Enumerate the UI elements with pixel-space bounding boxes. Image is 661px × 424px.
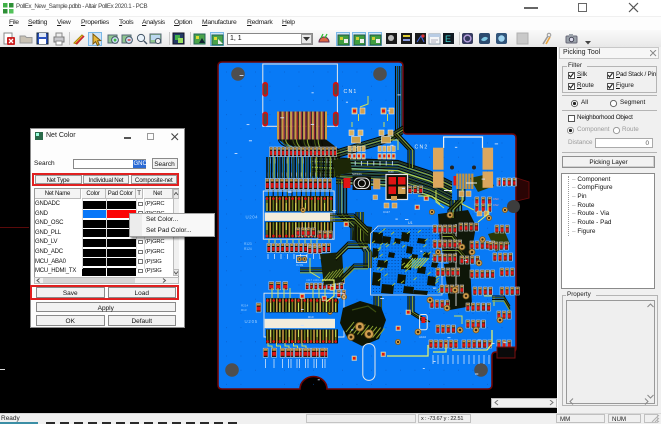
- svg-text:U204: U204: [246, 215, 259, 220]
- svg-text:R13: R13: [241, 308, 247, 312]
- svg-text:E: E: [445, 34, 451, 44]
- svg-text:R123: R123: [244, 242, 252, 246]
- svg-text:R214: R214: [241, 304, 249, 308]
- svg-text:stab: stab: [388, 170, 394, 174]
- svg-text:SW101: SW101: [352, 172, 362, 176]
- svg-text:R124: R124: [244, 247, 252, 251]
- svg-text:CN1: CN1: [344, 89, 358, 95]
- svg-text:CN2: CN2: [493, 203, 499, 207]
- svg-text:CN2: CN2: [415, 145, 429, 151]
- svg-text:R299: R299: [296, 263, 304, 267]
- svg-text:U205: U205: [245, 319, 258, 324]
- svg-text:CN3: CN3: [493, 197, 499, 201]
- svg-text:R10: R10: [308, 315, 314, 319]
- svg-text:C117: C117: [383, 210, 390, 214]
- svg-text:U1: U1: [408, 221, 413, 225]
- svg-text:A102: A102: [419, 335, 426, 339]
